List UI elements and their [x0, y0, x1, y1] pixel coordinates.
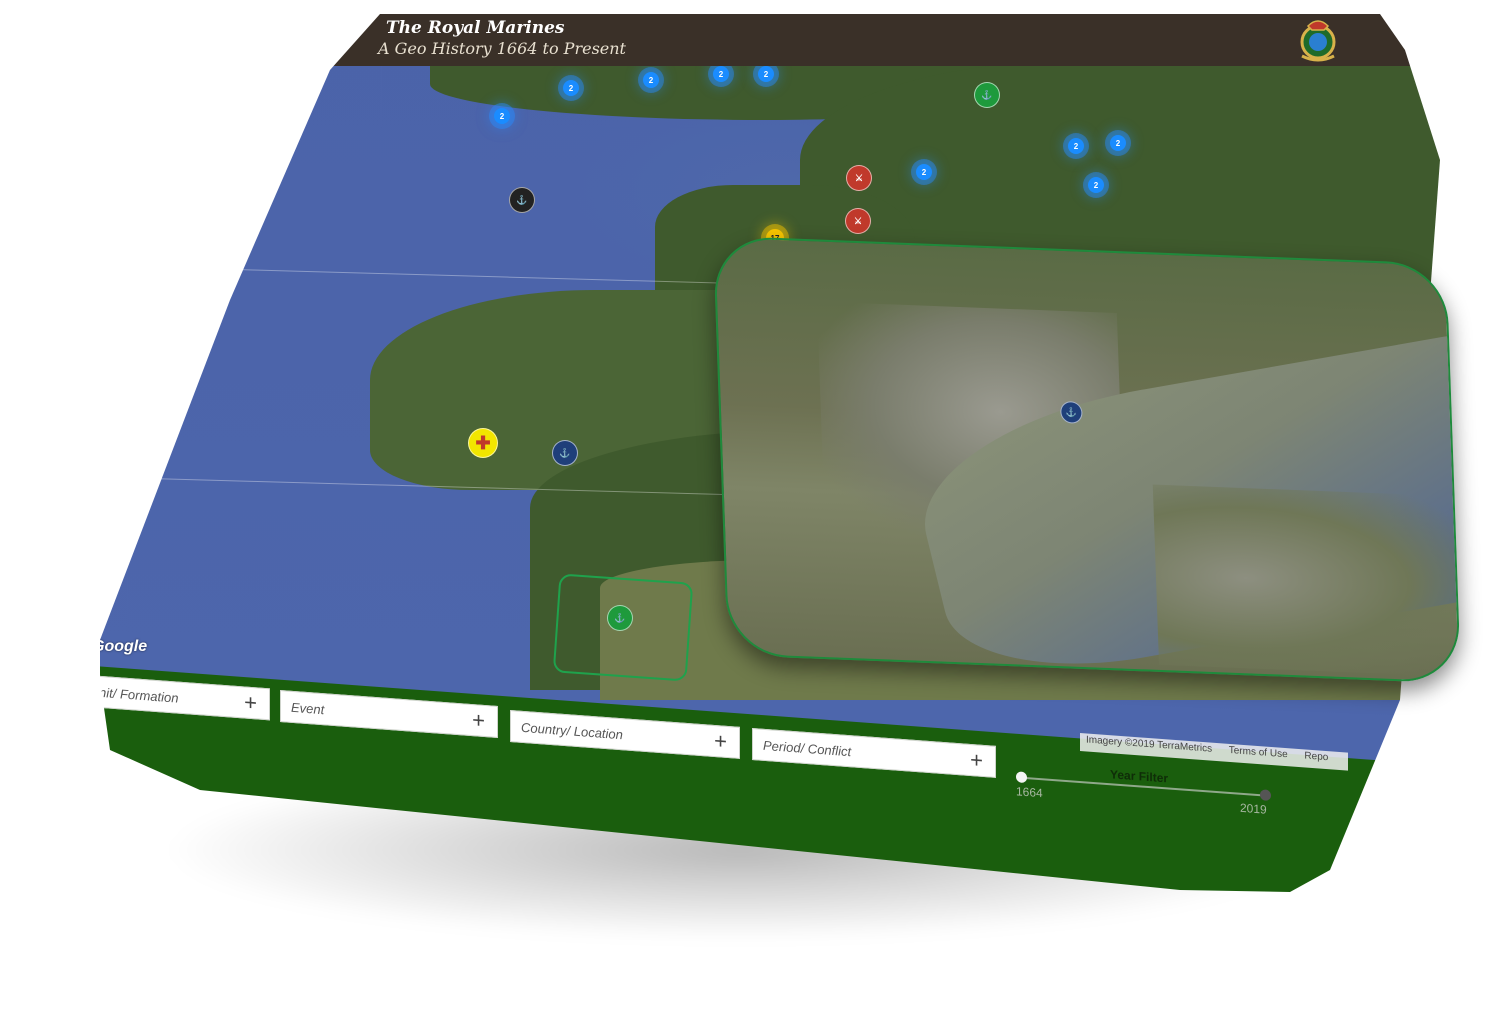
year-min-label: 1664	[1016, 784, 1043, 801]
country-location-placeholder: Country/ Location	[521, 719, 623, 743]
unit-badge-red-icon[interactable]: ⚔	[845, 208, 871, 234]
cluster-marker[interactable]: 2	[1110, 135, 1126, 151]
add-country-icon[interactable]: +	[714, 728, 727, 755]
cluster-marker[interactable]: 2	[713, 66, 729, 82]
app-title: The Royal Marines	[386, 18, 565, 38]
cluster-marker[interactable]: 2	[758, 66, 774, 82]
unit-badge-navy-icon[interactable]: ⚓	[552, 440, 578, 466]
terms-of-use-link[interactable]: Terms of Use	[1229, 745, 1288, 760]
cluster-marker[interactable]: 2	[916, 164, 932, 180]
unit-badge-yellow-cross-icon[interactable]: ✚	[468, 428, 498, 458]
event-placeholder: Event	[291, 699, 325, 718]
app-subtitle: A Geo History 1664 to Present	[378, 39, 626, 58]
add-period-icon[interactable]: +	[970, 747, 983, 774]
cluster-marker[interactable]: 2	[494, 108, 510, 124]
cluster-marker[interactable]: 2	[563, 80, 579, 96]
report-link[interactable]: Repo	[1304, 750, 1328, 763]
year-slider-end-handle[interactable]	[1260, 789, 1271, 802]
zoomed-inset-map[interactable]: ⚓	[712, 235, 1462, 684]
cluster-marker[interactable]: 2	[643, 72, 659, 88]
royal-marines-crest-icon	[1300, 20, 1336, 62]
unit-formation-placeholder: nit/ Formation	[99, 684, 179, 706]
add-unit-icon[interactable]: +	[244, 689, 257, 716]
add-event-icon[interactable]: +	[472, 707, 485, 734]
cluster-marker[interactable]: 2	[1068, 138, 1084, 154]
year-filter-label: Year Filter	[1110, 767, 1169, 786]
year-slider-start-handle[interactable]	[1016, 771, 1027, 784]
cluster-marker[interactable]: 2	[1088, 177, 1104, 193]
year-max-label: 2019	[1240, 800, 1267, 817]
inset-town-area	[1152, 484, 1459, 677]
period-conflict-placeholder: Period/ Conflict	[763, 737, 852, 760]
map-focus-highlight	[552, 573, 694, 682]
unit-badge-green-icon[interactable]: ⚓	[974, 82, 1000, 108]
unit-badge-dark-icon[interactable]: ⚓	[509, 187, 535, 213]
google-logo: Google	[92, 638, 148, 655]
unit-badge-red-icon[interactable]: ⚔	[846, 165, 872, 191]
